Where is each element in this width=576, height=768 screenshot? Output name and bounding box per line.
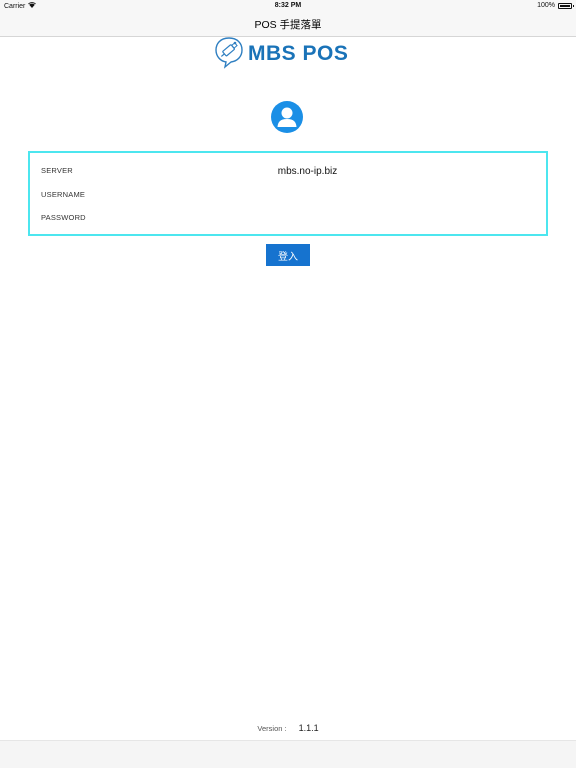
version-value: 1.1.1	[298, 723, 319, 733]
page-title: POS 手提落單	[254, 19, 322, 31]
username-input[interactable]	[180, 186, 435, 204]
version-info: Version : 1.1.1	[0, 723, 576, 733]
username-label: USERNAME	[41, 190, 86, 199]
bottom-bar	[0, 740, 576, 768]
password-input[interactable]	[180, 209, 435, 227]
username-row: USERNAME	[30, 185, 546, 205]
version-label: Version :	[257, 724, 287, 733]
password-label: PASSWORD	[41, 213, 86, 222]
server-input[interactable]	[180, 162, 435, 180]
battery-icon	[558, 2, 574, 9]
app-logo: MBS POS	[214, 35, 364, 74]
login-form: SERVER USERNAME PASSWORD	[28, 151, 548, 236]
login-button[interactable]: 登入	[266, 244, 310, 266]
logo-text: MBS POS	[248, 42, 349, 65]
server-row: SERVER	[30, 161, 546, 181]
status-right: 100%	[537, 2, 574, 9]
server-label: SERVER	[41, 166, 73, 175]
battery-percent: 100%	[537, 2, 555, 9]
status-bar: Carrier 8:32 PM 100%	[0, 0, 576, 12]
user-avatar-icon	[271, 101, 303, 133]
login-screen: Carrier 8:32 PM 100% POS 手提落單 MBS POS SE…	[0, 0, 576, 768]
password-row: PASSWORD	[30, 208, 546, 228]
status-time: 8:32 PM	[274, 2, 302, 9]
chat-bubble-usb-icon	[214, 35, 244, 74]
navigation-bar: POS 手提落單	[0, 12, 576, 37]
